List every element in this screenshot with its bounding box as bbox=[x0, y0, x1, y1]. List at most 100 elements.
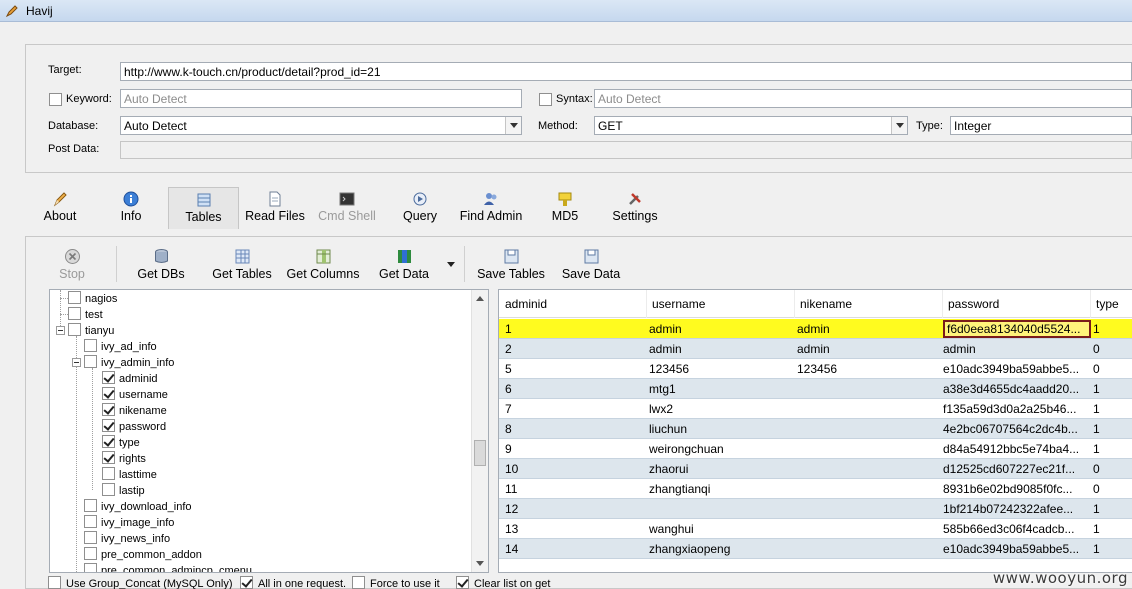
save-data-button[interactable]: Save Data bbox=[560, 246, 622, 286]
tree-node-rights[interactable]: rights bbox=[102, 451, 146, 467]
tab-tables[interactable]: Tables bbox=[168, 187, 239, 229]
tree-checkbox[interactable] bbox=[84, 339, 97, 352]
cell-nikename[interactable]: 123456 bbox=[797, 362, 937, 376]
scroll-up-icon[interactable] bbox=[476, 296, 484, 301]
column-header-nikename[interactable]: nikename bbox=[800, 297, 852, 311]
cell-password[interactable]: 585b66ed3c06f4cadcb... bbox=[943, 522, 1083, 536]
database-select[interactable]: Auto Detect bbox=[120, 116, 522, 135]
clear-list-on-get-option[interactable]: Clear list on get bbox=[456, 576, 550, 589]
table-row[interactable]: 12 1bf214b07242322afee... 1 bbox=[499, 499, 1132, 519]
schema-tree[interactable]: nagios test tianyu ivy_ad_info ivy_admin… bbox=[49, 289, 489, 573]
tree-node-nagios[interactable]: nagios bbox=[68, 291, 117, 307]
cell-password[interactable]: 4e2bc06707564c2dc4b... bbox=[943, 422, 1083, 436]
target-input[interactable]: http://www.k-touch.cn/product/detail?pro… bbox=[120, 62, 1132, 81]
tree-checkbox[interactable] bbox=[68, 323, 81, 336]
table-row[interactable]: 8 liuchun 4e2bc06707564c2dc4b... 1 bbox=[499, 419, 1132, 439]
cell-type[interactable]: 0 bbox=[1093, 482, 1132, 496]
tree-node-password[interactable]: password bbox=[102, 419, 166, 435]
tree-node-ivy-download-info[interactable]: ivy_download_info bbox=[84, 499, 192, 515]
tree-node-ivy-admin-info[interactable]: ivy_admin_info bbox=[72, 355, 174, 371]
cell-adminid[interactable]: 13 bbox=[505, 522, 645, 536]
scroll-down-icon[interactable] bbox=[476, 561, 484, 566]
cell-adminid[interactable]: 2 bbox=[505, 342, 645, 356]
cell-type[interactable]: 1 bbox=[1093, 422, 1132, 436]
table-row[interactable]: 14 zhangxiaopeng e10adc3949ba59abbe5... 1 bbox=[499, 539, 1132, 559]
cell-type[interactable]: 1 bbox=[1093, 402, 1132, 416]
cell-adminid[interactable]: 7 bbox=[505, 402, 645, 416]
get-tables-button[interactable]: Get Tables bbox=[207, 246, 277, 286]
tab-read-files[interactable]: Read Files bbox=[243, 187, 307, 229]
tree-checkbox[interactable] bbox=[84, 355, 97, 368]
tree-checkbox[interactable] bbox=[102, 467, 115, 480]
tree-checkbox[interactable] bbox=[84, 515, 97, 528]
tree-checkbox[interactable] bbox=[84, 563, 97, 572]
syntax-checkbox[interactable] bbox=[539, 93, 552, 106]
force-to-use-it-option[interactable]: Force to use it bbox=[352, 576, 440, 589]
tree-node-pre-common-admincp-cmenu[interactable]: pre_common_admincp_cmenu bbox=[84, 563, 252, 572]
cell-type[interactable]: 0 bbox=[1093, 342, 1132, 356]
column-divider[interactable] bbox=[942, 290, 943, 318]
tree-node-adminid[interactable]: adminid bbox=[102, 371, 158, 387]
tree-checkbox[interactable] bbox=[102, 387, 115, 400]
cell-password[interactable]: f135a59d3d0a2a25b46... bbox=[943, 402, 1083, 416]
column-divider[interactable] bbox=[794, 290, 795, 318]
tree-node-username[interactable]: username bbox=[102, 387, 168, 403]
cell-password[interactable]: e10adc3949ba59abbe5... bbox=[943, 362, 1083, 376]
stop-button[interactable]: Stop bbox=[52, 246, 92, 286]
cell-adminid[interactable]: 5 bbox=[505, 362, 645, 376]
cell-adminid[interactable]: 1 bbox=[505, 322, 645, 336]
column-divider[interactable] bbox=[1090, 290, 1091, 318]
cell-username[interactable]: weirongchuan bbox=[649, 442, 789, 456]
collapse-icon[interactable] bbox=[56, 326, 65, 335]
keyword-input[interactable]: Auto Detect bbox=[120, 89, 522, 108]
tab-query[interactable]: Query bbox=[397, 187, 443, 229]
cell-type[interactable]: 1 bbox=[1093, 382, 1132, 396]
all-in-one-request-checkbox[interactable] bbox=[240, 576, 253, 589]
cell-username[interactable]: admin bbox=[649, 322, 789, 336]
get-dbs-button[interactable]: Get DBs bbox=[132, 246, 190, 286]
cell-password[interactable]: 8931b6e02bd9085f0fc... bbox=[943, 482, 1083, 496]
get-columns-button[interactable]: Get Columns bbox=[284, 246, 362, 286]
keyword-checkbox[interactable] bbox=[49, 93, 62, 106]
use-group-concat-checkbox[interactable] bbox=[48, 576, 61, 589]
cell-type[interactable]: 1 bbox=[1093, 502, 1132, 516]
tree-node-type[interactable]: type bbox=[102, 435, 140, 451]
cell-type[interactable]: 0 bbox=[1093, 462, 1132, 476]
scroll-thumb[interactable] bbox=[474, 440, 486, 466]
cell-username[interactable]: 123456 bbox=[649, 362, 789, 376]
tree-scrollbar[interactable] bbox=[471, 290, 488, 572]
cell-password[interactable]: d12525cd607227ec21f... bbox=[943, 462, 1083, 476]
cell-password[interactable]: e10adc3949ba59abbe5... bbox=[943, 542, 1083, 556]
chevron-down-icon[interactable] bbox=[891, 117, 907, 134]
cell-nikename[interactable]: admin bbox=[797, 342, 937, 356]
tree-checkbox[interactable] bbox=[84, 531, 97, 544]
cell-username[interactable]: lwx2 bbox=[649, 402, 789, 416]
all-in-one-request-option[interactable]: All in one request. bbox=[240, 576, 346, 589]
tree-checkbox[interactable] bbox=[102, 419, 115, 432]
tab-info[interactable]: Info bbox=[107, 187, 155, 229]
tree-node-ivy-image-info[interactable]: ivy_image_info bbox=[84, 515, 174, 531]
tab-md5[interactable]: MD5 bbox=[544, 187, 586, 229]
cell-password[interactable]: 1bf214b07242322afee... bbox=[943, 502, 1083, 516]
cell-username[interactable]: wanghui bbox=[649, 522, 789, 536]
cell-password[interactable]: d84a54912bbc5e74ba4... bbox=[943, 442, 1083, 456]
cell-adminid[interactable]: 11 bbox=[505, 482, 645, 496]
tree-node-ivy-ad-info[interactable]: ivy_ad_info bbox=[84, 339, 157, 355]
tree-node-tianyu[interactable]: tianyu bbox=[56, 323, 114, 339]
cell-password[interactable]: f6d0eea8134040d5524... bbox=[943, 320, 1091, 338]
tree-checkbox[interactable] bbox=[68, 291, 81, 304]
cell-type[interactable]: 1 bbox=[1093, 322, 1132, 336]
tree-node-ivy-news-info[interactable]: ivy_news_info bbox=[84, 531, 170, 547]
table-row[interactable]: 7 lwx2 f135a59d3d0a2a25b46... 1 bbox=[499, 399, 1132, 419]
tree-checkbox[interactable] bbox=[102, 451, 115, 464]
cell-adminid[interactable]: 12 bbox=[505, 502, 645, 516]
tree-node-pre-common-addon[interactable]: pre_common_addon bbox=[84, 547, 202, 563]
tree-node-lasttime[interactable]: lasttime bbox=[102, 467, 157, 483]
tab-cmd-shell[interactable]: Cmd Shell bbox=[315, 187, 379, 229]
cell-username[interactable]: zhangtianqi bbox=[649, 482, 789, 496]
tree-node-test[interactable]: test bbox=[68, 307, 103, 323]
cell-password[interactable]: a38e3d4655dc4aadd20... bbox=[943, 382, 1083, 396]
tree-checkbox[interactable] bbox=[68, 307, 81, 320]
collapse-icon[interactable] bbox=[72, 358, 81, 367]
tree-node-nikename[interactable]: nikename bbox=[102, 403, 167, 419]
